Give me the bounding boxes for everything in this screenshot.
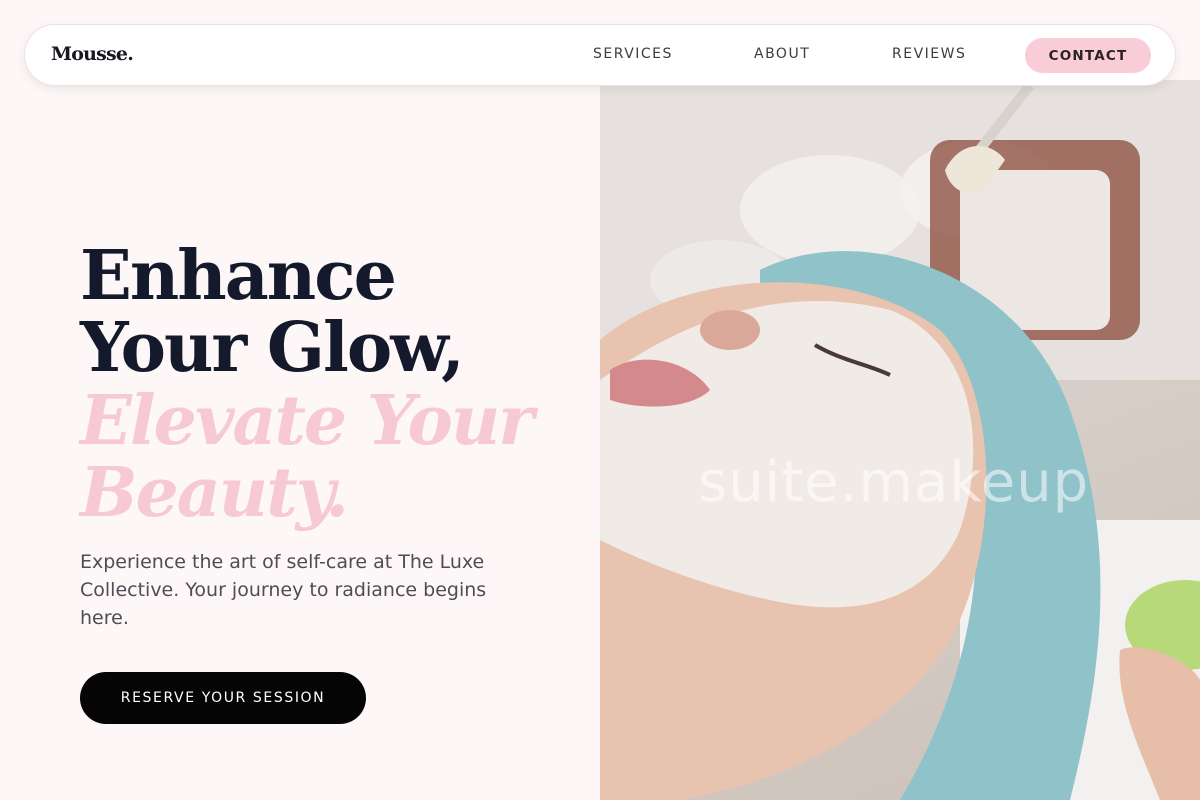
accent-line-1: Elevate Your: [80, 381, 534, 461]
image-watermark: suite.makeup: [698, 450, 1090, 515]
headline-line-1: Enhance: [80, 236, 397, 316]
nav-link-about[interactable]: ABOUT: [754, 46, 810, 62]
hero-subtext: Experience the art of self-care at The L…: [80, 551, 487, 629]
nav-link-reviews[interactable]: REVIEWS: [892, 46, 966, 62]
nav-link-services[interactable]: SERVICES: [593, 46, 673, 62]
headline-line-2: Your Glow,: [80, 308, 465, 388]
hero-headline: Enhance Your Glow,: [80, 240, 580, 384]
facial-treatment-photo: [600, 80, 1200, 800]
hero-accent-headline: Elevate Your Beauty.: [80, 385, 600, 529]
reserve-session-button[interactable]: RESERVE YOUR SESSION: [80, 672, 366, 724]
brand-logo[interactable]: Mousse.: [51, 43, 134, 65]
contact-button[interactable]: CONTACT: [1025, 38, 1151, 73]
accent-line-2: Beauty.: [80, 453, 349, 533]
hero-image: suite.makeup: [600, 80, 1200, 800]
navbar: Mousse. SERVICES ABOUT REVIEWS CONTACT: [24, 24, 1176, 86]
